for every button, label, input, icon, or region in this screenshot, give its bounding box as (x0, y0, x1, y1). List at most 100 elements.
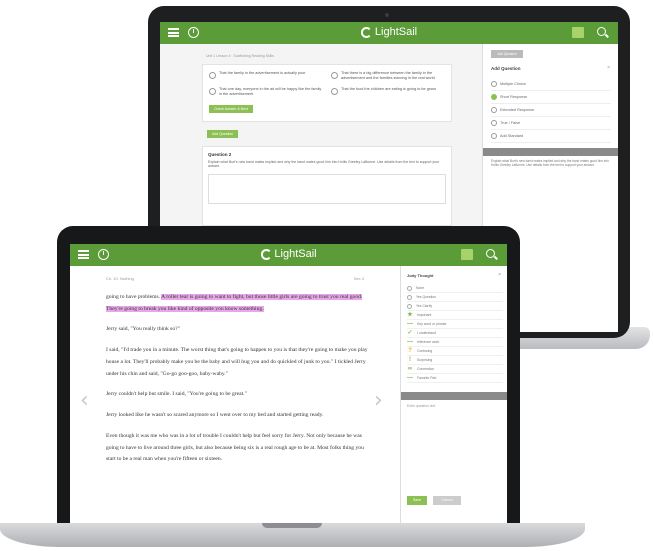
thought-label: Important (417, 313, 432, 317)
thought-label: Connection (417, 367, 435, 371)
logo-icon (360, 26, 372, 38)
camera (385, 13, 389, 17)
cancel-button[interactable]: Cancel (433, 496, 461, 505)
paragraph-text: Jerry said, "You really think so?" (106, 326, 180, 333)
paragraph-text: I said, "I'd trade you in a minute. The … (106, 347, 368, 377)
paragraph-text: Jerry looked like he wasn't so scared an… (106, 412, 324, 419)
question-type-list: Multiple Choice Short Response Extended … (491, 78, 611, 143)
question-text: Explain what Burt's new band mates impli… (208, 159, 440, 169)
paragraph[interactable]: Even though it was me who was in a lot o… (106, 431, 370, 466)
question-type-option[interactable]: True / False (491, 117, 611, 130)
breadcrumb: Unit 1 Lesson 4 · Scaffolding Reading Sk… (206, 54, 274, 58)
option-text: That the family in the advertisement is … (219, 71, 306, 75)
close-icon[interactable]: × (607, 65, 610, 71)
formatting-toolbar[interactable] (483, 148, 618, 156)
paragraph[interactable]: Jerry said, "You really think so?" (106, 324, 370, 336)
thought-option[interactable]: Yes Clarify (407, 302, 503, 311)
check-answer-button[interactable]: Check Answer & Next (209, 104, 253, 113)
radio-button[interactable] (407, 303, 412, 309)
question-text-field[interactable]: Explain what Burt's new band mates impli… (491, 159, 611, 168)
question-type-option[interactable]: Extended Response (491, 104, 611, 117)
paragraph[interactable]: I said, "I'd trade you in a minute. The … (106, 345, 370, 380)
thought-option[interactable]: ? Confusing (407, 347, 503, 356)
panel-title: Jody Thought (407, 273, 434, 278)
search-icon[interactable] (597, 27, 606, 36)
front-laptop: LightSail Ch. 10: Nothing Sec 3 going to… (57, 226, 520, 531)
answer-input[interactable] (208, 174, 446, 205)
close-icon[interactable]: × (498, 272, 501, 278)
front-screen: LightSail Ch. 10: Nothing Sec 3 going to… (70, 244, 507, 526)
add-question-button[interactable]: Add Question (207, 129, 239, 138)
paragraph-text: going to have problems. (106, 294, 162, 300)
question-2-card: Question 2 Explain what Burt's new band … (202, 145, 452, 226)
question-type-label: Multiple Choice (500, 82, 526, 86)
connection-icon: ∞ (407, 366, 413, 372)
front-laptop-notch (262, 523, 322, 528)
thought-option[interactable]: None (407, 284, 503, 293)
thought-label: Favorite Part (417, 376, 437, 380)
answer-option[interactable]: That there is a big difference between t… (331, 71, 445, 81)
question-type-option[interactable]: Short Response (491, 91, 611, 104)
answer-option[interactable]: That the food the children are eating is… (331, 87, 445, 97)
question-type-label: True / False (500, 121, 521, 125)
answer-option[interactable]: That the family in the advertisement is … (209, 71, 323, 81)
clock-icon[interactable] (98, 249, 109, 260)
app-header: LightSail (160, 22, 618, 44)
save-button[interactable]: Save (407, 496, 427, 505)
exclamation-icon: ! (409, 357, 411, 363)
paragraph[interactable]: Jerry looked like he wasn't so scared an… (106, 410, 370, 422)
thought-panel: Jody Thought × None Yes Question Yes Cla… (400, 266, 507, 526)
panel-title: Add Question (491, 66, 521, 71)
radio-button[interactable] (331, 72, 338, 79)
question-mark-icon: ? (408, 348, 412, 354)
book-icon[interactable] (572, 27, 584, 38)
brand-name: LightSail (274, 248, 317, 260)
search-icon[interactable] (486, 249, 495, 258)
thought-option[interactable]: — Favorite Part (407, 374, 503, 383)
menu-icon[interactable] (78, 250, 89, 259)
radio-button[interactable] (209, 87, 216, 95)
radio-button[interactable] (491, 120, 497, 126)
note-input[interactable]: Enter question text (407, 404, 435, 408)
underline-icon: — (407, 339, 413, 345)
previous-page-icon[interactable]: ‹ (80, 388, 89, 413)
question-type-label: Short Response (500, 95, 528, 99)
thought-option[interactable]: ★ Important (407, 311, 503, 320)
thought-option[interactable]: ∞ Connection (407, 365, 503, 374)
paragraph-text: Jerry couldn't help but smile. I said, "… (106, 391, 247, 398)
paragraph[interactable]: Jerry couldn't help but smile. I said, "… (106, 389, 370, 401)
chapter-label: Ch. 10: Nothing (106, 276, 134, 281)
next-page-icon[interactable]: › (374, 388, 383, 413)
radio-button[interactable] (209, 72, 216, 79)
star-icon: ★ (407, 312, 413, 318)
thought-option[interactable]: Yes Question (407, 293, 503, 302)
option-text: That there is a big difference between t… (341, 71, 435, 80)
radio-button[interactable] (491, 107, 497, 113)
radio-button[interactable] (331, 87, 338, 95)
thought-label: Yes Question (416, 295, 437, 299)
formatting-toolbar[interactable] (401, 392, 507, 400)
thought-option[interactable]: ! Surprising (407, 356, 503, 365)
book-icon[interactable] (461, 249, 473, 260)
radio-button[interactable] (491, 133, 497, 139)
reader-pane: Ch. 10: Nothing Sec 3 going to have prob… (70, 266, 400, 526)
thought-option[interactable]: ✓ I understand (407, 329, 503, 338)
brand-logo: LightSail (260, 248, 317, 260)
question-type-option[interactable]: Add Standard (491, 130, 611, 143)
radio-button[interactable] (407, 285, 412, 291)
add-question-tab[interactable]: Add Question (491, 50, 523, 58)
clock-icon[interactable] (188, 27, 199, 38)
answer-option[interactable]: That one day, everyone in the ad will be… (209, 87, 323, 97)
app-header: LightSail (70, 244, 507, 266)
thought-option[interactable]: — Key word or phrase (407, 320, 503, 329)
radio-button[interactable] (491, 94, 497, 100)
radio-button[interactable] (491, 81, 497, 87)
menu-icon[interactable] (168, 28, 179, 37)
question-card: That the family in the advertisement is … (202, 64, 452, 122)
radio-button[interactable] (407, 294, 412, 300)
question-type-option[interactable]: Multiple Choice (491, 78, 611, 91)
option-text: That one day, everyone in the ad will be… (219, 86, 322, 96)
paragraph[interactable]: going to have problems. A roller tear is… (106, 292, 370, 315)
check-icon: ✓ (407, 330, 413, 336)
thought-option[interactable]: — Inference work (407, 338, 503, 347)
